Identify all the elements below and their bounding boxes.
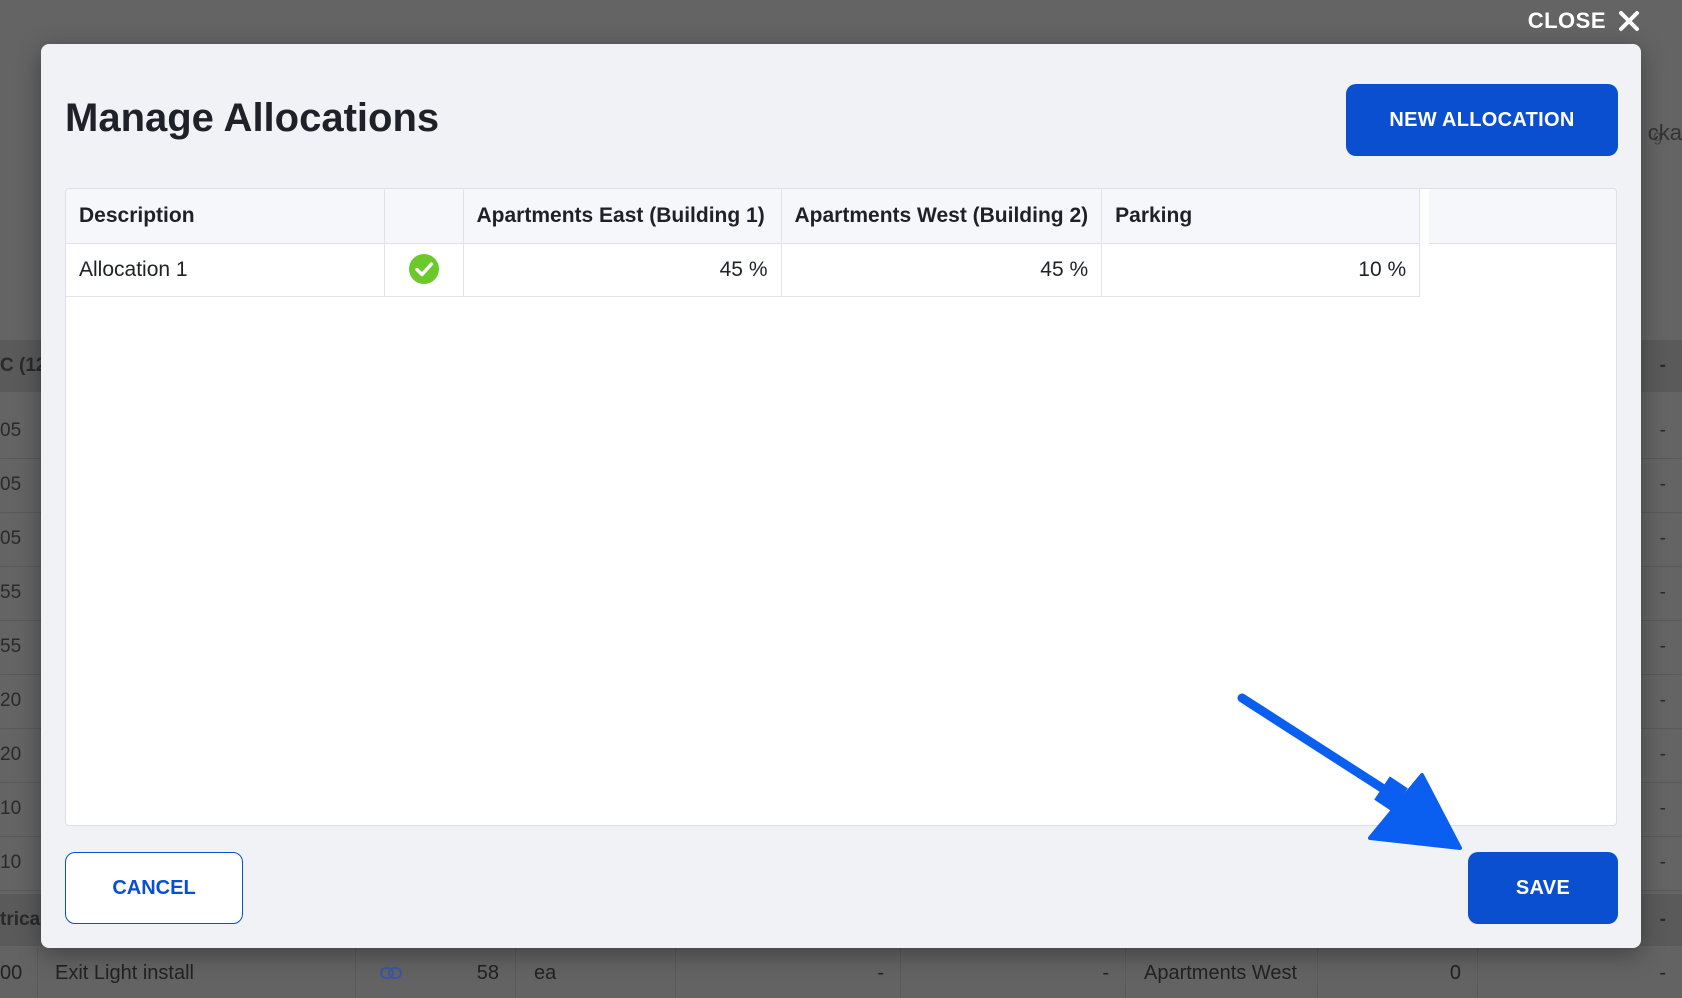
link-icon[interactable] <box>380 962 402 985</box>
table-row[interactable]: Allocation 1 45 % 45 % 10 % <box>66 243 1421 297</box>
save-button[interactable]: SAVE <box>1468 852 1618 924</box>
allocation-description: Allocation 1 <box>66 243 385 297</box>
table-header-row: Description Apartments East (Building 1)… <box>66 189 1421 244</box>
bg-tab-fragment: cka <box>1647 120 1682 145</box>
allocation-status <box>384 243 464 297</box>
table-header-filler <box>1429 189 1616 244</box>
allocation-apartments-west: 45 % <box>781 243 1103 297</box>
allocation-parking: 10 % <box>1101 243 1421 297</box>
column-header-parking[interactable]: Parking <box>1101 189 1421 244</box>
allocation-apartments-east: 45 % <box>463 243 782 297</box>
bg-line-item-row: 00 Exit Light install 58 ea - - Apartmen… <box>0 948 1682 998</box>
close-button[interactable]: CLOSE <box>1528 8 1640 34</box>
cancel-button[interactable]: CANCEL <box>65 852 243 924</box>
modal-title: Manage Allocations <box>65 96 440 140</box>
column-header-status <box>384 189 464 244</box>
close-label: CLOSE <box>1527 8 1606 33</box>
annotation-arrow-icon <box>1237 693 1462 850</box>
new-allocation-button[interactable]: NEW ALLOCATION <box>1346 84 1618 156</box>
column-header-apartments-east[interactable]: Apartments East (Building 1) <box>463 189 782 244</box>
column-header-description[interactable]: Description <box>66 189 385 244</box>
close-icon <box>1618 10 1640 32</box>
check-circle-icon <box>408 253 440 291</box>
column-header-apartments-west[interactable]: Apartments West (Building 2) <box>781 189 1103 244</box>
allocations-table: Description Apartments East (Building 1)… <box>66 189 1421 297</box>
